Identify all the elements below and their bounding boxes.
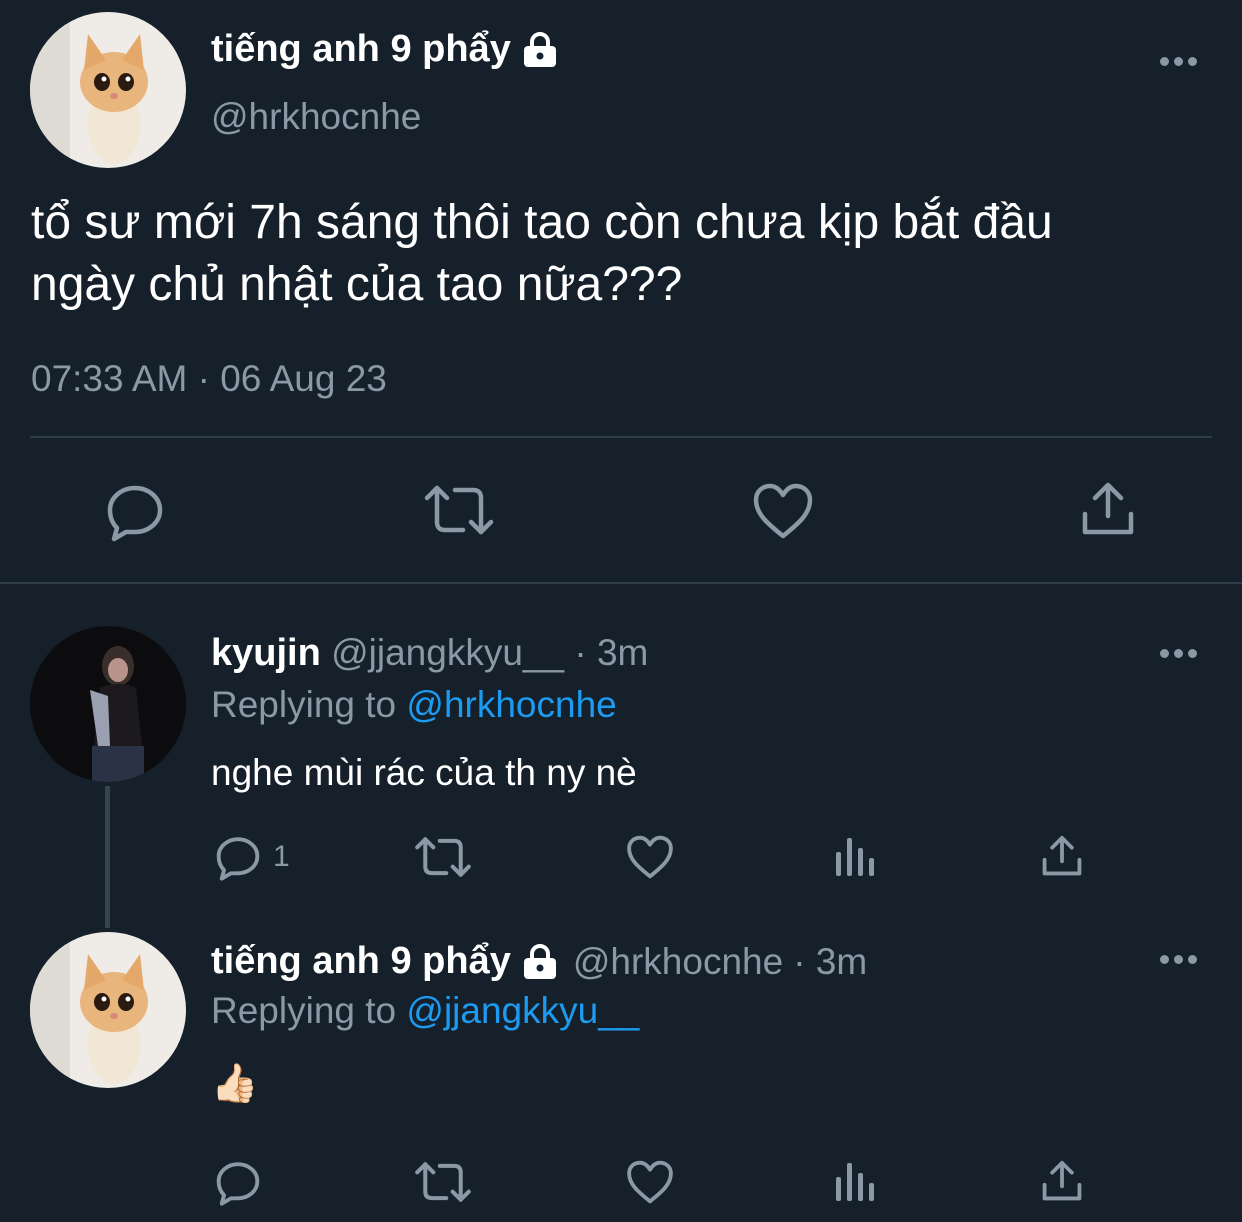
retweet-icon[interactable] (414, 834, 472, 880)
section-divider (0, 582, 1242, 584)
reply-count: 1 (273, 840, 290, 873)
author-handle[interactable]: @hrkhocnhe (211, 96, 421, 138)
divider (30, 436, 1212, 438)
thread-connector (105, 786, 110, 928)
reply-1-text: nghe mùi rác của th ny nè (211, 752, 637, 793)
avatar-reply-2[interactable] (30, 932, 186, 1088)
reply-1-author-handle[interactable]: @jjangkkyu__ (331, 632, 564, 673)
heart-icon[interactable] (626, 834, 674, 880)
replying-to-label: Replying to (211, 684, 397, 725)
reply-icon[interactable] (104, 480, 166, 542)
reply-1-time[interactable]: · 3m (574, 632, 648, 673)
reply-2-replying-to: Replying to @jjangkkyu__ (211, 990, 639, 1032)
reply-1-replying-to: Replying to @hrkhocnhe (211, 684, 617, 726)
more-icon[interactable] (1160, 57, 1198, 67)
replying-to-link[interactable]: @hrkhocnhe (406, 684, 616, 725)
reply-2-text: 👍🏻 (211, 1063, 259, 1105)
analytics-icon[interactable] (836, 834, 876, 878)
reply-2-time[interactable]: · 3m (793, 941, 867, 983)
tweet-text-line-1: tổ sư mới 7h sáng thôi tao còn chưa kịp … (31, 196, 1053, 249)
reply-icon[interactable] (214, 833, 262, 881)
heart-icon[interactable] (752, 482, 814, 540)
more-icon[interactable] (1160, 955, 1198, 965)
reply-2-author-name[interactable]: tiếng anh 9 phẩy (211, 940, 511, 983)
avatar-main[interactable] (30, 12, 186, 168)
reply-1-header: kyujin @jjangkkyu__ · 3m (211, 632, 648, 675)
author-name[interactable]: tiếng anh 9 phẩy (211, 28, 511, 71)
reply-icon[interactable] (214, 1158, 262, 1206)
tweet-text-line-2: ngày chủ nhật của tao nữa??? (31, 258, 683, 311)
reply-1-author-name[interactable]: kyujin (211, 632, 321, 674)
retweet-icon[interactable] (423, 482, 495, 538)
avatar-reply-1[interactable] (30, 626, 186, 782)
reply-2-header: tiếng anh 9 phẩy @hrkhocnhe · 3m (211, 940, 867, 983)
lock-icon (521, 943, 559, 980)
tweet-timestamp[interactable]: 07:33 AM · 06 Aug 23 (31, 358, 387, 400)
share-icon[interactable] (1040, 1159, 1084, 1203)
more-icon[interactable] (1160, 649, 1198, 659)
reply-2-author-handle[interactable]: @hrkhocnhe (573, 941, 783, 983)
retweet-icon[interactable] (414, 1159, 472, 1205)
analytics-icon[interactable] (836, 1159, 876, 1203)
tweet-text: tổ sư mới 7h sáng thôi tao còn chưa kịp … (31, 192, 1053, 316)
share-icon[interactable] (1040, 834, 1084, 878)
heart-icon[interactable] (626, 1159, 674, 1205)
share-icon[interactable] (1079, 480, 1137, 538)
lock-icon (521, 31, 559, 68)
replying-to-label: Replying to (211, 990, 397, 1031)
replying-to-link[interactable]: @jjangkkyu__ (406, 990, 639, 1031)
